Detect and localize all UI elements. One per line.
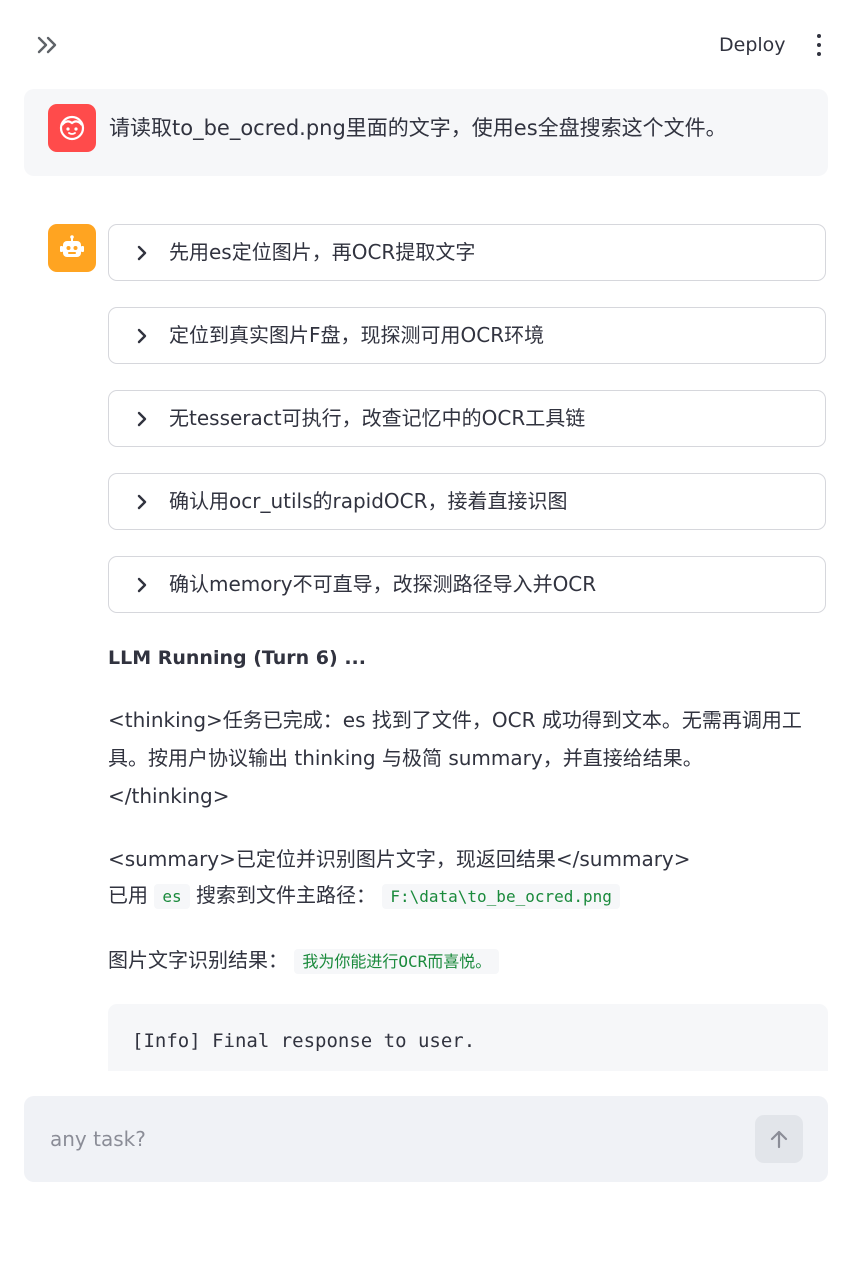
top-bar: Deploy [0,0,866,88]
result-value-code: 我为你能进行OCR而喜悦。 [294,949,500,974]
step-label: 先用es定位图片，再OCR提取文字 [169,240,476,264]
summary-text: <summary>已定位并识别图片文字，现返回结果</summary> [108,847,691,871]
kebab-menu-icon[interactable] [808,32,830,58]
thinking-text: <thinking>任务已完成：es 找到了文件，OCR 成功得到文本。无需再调… [108,708,802,808]
double-chevron-right-icon[interactable] [34,31,62,59]
user-avatar [48,104,96,152]
path-value-code: F:\data\to_be_ocred.png [382,884,620,909]
code-block: [Info] Final response to user. [108,1004,828,1071]
path-middle: 搜索到文件主路径： [195,883,376,907]
chevron-right-icon [137,577,147,593]
user-message-text: 请读取to_be_ocred.png里面的文字，使用es全盘搜索这个文件。 [109,116,727,140]
arrow-up-icon [770,1130,788,1149]
chat-input-container [24,1096,828,1182]
send-button[interactable] [755,1115,803,1163]
summary-block: <summary>已定位并识别图片文字，现返回结果</summary> 已用 e… [108,841,820,915]
deploy-button[interactable]: Deploy [706,30,799,60]
face-icon [59,115,85,141]
step-expander-5[interactable]: 确认memory不可直导，改探测路径导入并OCR [108,556,826,613]
chevron-right-icon [137,245,147,261]
user-message: 请读取to_be_ocred.png里面的文字，使用es全盘搜索这个文件。 [24,89,828,176]
path-tool-code: es [154,884,190,909]
chat-input[interactable] [48,1118,732,1160]
result-line: 图片文字识别结果： 我为你能进行OCR而喜悦。 [108,941,820,981]
chevron-right-icon [137,411,147,427]
step-expander-2[interactable]: 定位到真实图片F盘，现探测可用OCR环境 [108,307,826,364]
path-line: 已用 es 搜索到文件主路径： F:\data\to_be_ocred.png [108,877,820,915]
path-prefix: 已用 [108,883,148,907]
step-label: 确认用ocr_utils的rapidOCR，接着直接识图 [169,489,568,513]
chevron-right-icon [137,494,147,510]
assistant-avatar [48,224,96,272]
step-expander-1[interactable]: 先用es定位图片，再OCR提取文字 [108,224,826,281]
chevron-right-icon [137,328,147,344]
result-label: 图片文字识别结果： [108,948,288,972]
step-label: 无tesseract可执行，改查记忆中的OCR工具链 [169,406,586,430]
step-label: 确认memory不可直导，改探测路径导入并OCR [169,572,597,596]
step-expander-4[interactable]: 确认用ocr_utils的rapidOCR，接着直接识图 [108,473,826,530]
code-block-text: [Info] Final response to user. [132,1030,476,1052]
robot-icon [60,235,84,257]
running-title: LLM Running (Turn 6) ... [108,647,366,669]
step-expander-3[interactable]: 无tesseract可执行，改查记忆中的OCR工具链 [108,390,826,447]
chat-area: 请读取to_be_ocred.png里面的文字，使用es全盘搜索这个文件。 先用… [24,89,828,1071]
step-label: 定位到真实图片F盘，现探测可用OCR环境 [169,323,545,347]
